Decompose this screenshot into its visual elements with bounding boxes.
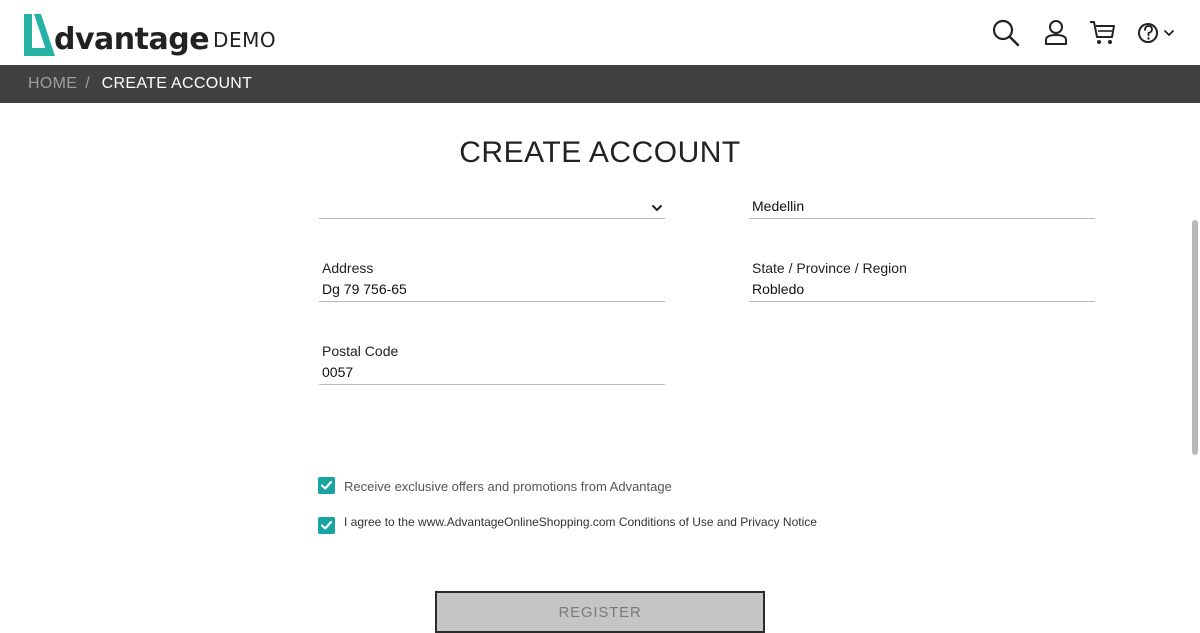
state-field[interactable]: State / Province / Region Robledo (749, 260, 1095, 302)
logo-demo-text: DEMO (213, 28, 277, 52)
checkmark-icon (320, 520, 333, 530)
postal-code-label: Postal Code (322, 343, 399, 359)
breadcrumb: HOME / CREATE ACCOUNT (0, 65, 1200, 103)
cart-icon[interactable] (1088, 18, 1118, 48)
state-underline (749, 301, 1095, 302)
scrollbar-thumb[interactable] (1192, 220, 1198, 455)
state-input[interactable]: Robledo (749, 281, 1095, 297)
top-header: dvantage DEMO (0, 0, 1200, 65)
agree-checkbox-label[interactable]: I agree to the www.AdvantageOnlineShoppi… (344, 515, 817, 529)
postal-code-field[interactable]: Postal Code 0057 (319, 343, 665, 385)
offers-checkbox-label: Receive exclusive offers and promotions … (344, 479, 672, 494)
postal-code-underline (319, 384, 665, 385)
page-title: CREATE ACCOUNT (459, 136, 741, 169)
logo-text: dvantage (54, 22, 210, 57)
country-select[interactable] (319, 199, 665, 219)
city-field[interactable]: Medellin (749, 190, 1095, 220)
breadcrumb-current: CREATE ACCOUNT (101, 75, 253, 92)
logo[interactable]: dvantage DEMO (22, 8, 276, 58)
state-label: State / Province / Region (752, 260, 907, 276)
checkmark-icon (320, 480, 333, 490)
offers-checkbox[interactable] (318, 477, 335, 494)
register-button[interactable]: REGISTER (435, 591, 765, 633)
address-field[interactable]: Address Dg 79 756-65 (319, 260, 665, 302)
help-icon (1138, 23, 1174, 43)
breadcrumb-separator: / (85, 75, 90, 92)
help-menu[interactable] (1136, 18, 1178, 48)
agree-checkbox[interactable] (318, 517, 335, 534)
logo-mark-icon (22, 12, 56, 58)
address-underline (319, 301, 665, 302)
chevron-down-icon (652, 205, 662, 212)
address-label: Address (322, 260, 374, 276)
breadcrumb-home-link[interactable]: HOME (28, 75, 77, 93)
city-input[interactable]: Medellin (752, 198, 804, 214)
country-select-underline (319, 218, 665, 219)
city-underline (749, 218, 1095, 219)
search-icon[interactable] (991, 18, 1021, 48)
user-icon[interactable] (1042, 18, 1072, 48)
postal-code-input[interactable]: 0057 (319, 364, 665, 380)
address-input[interactable]: Dg 79 756-65 (319, 281, 665, 297)
